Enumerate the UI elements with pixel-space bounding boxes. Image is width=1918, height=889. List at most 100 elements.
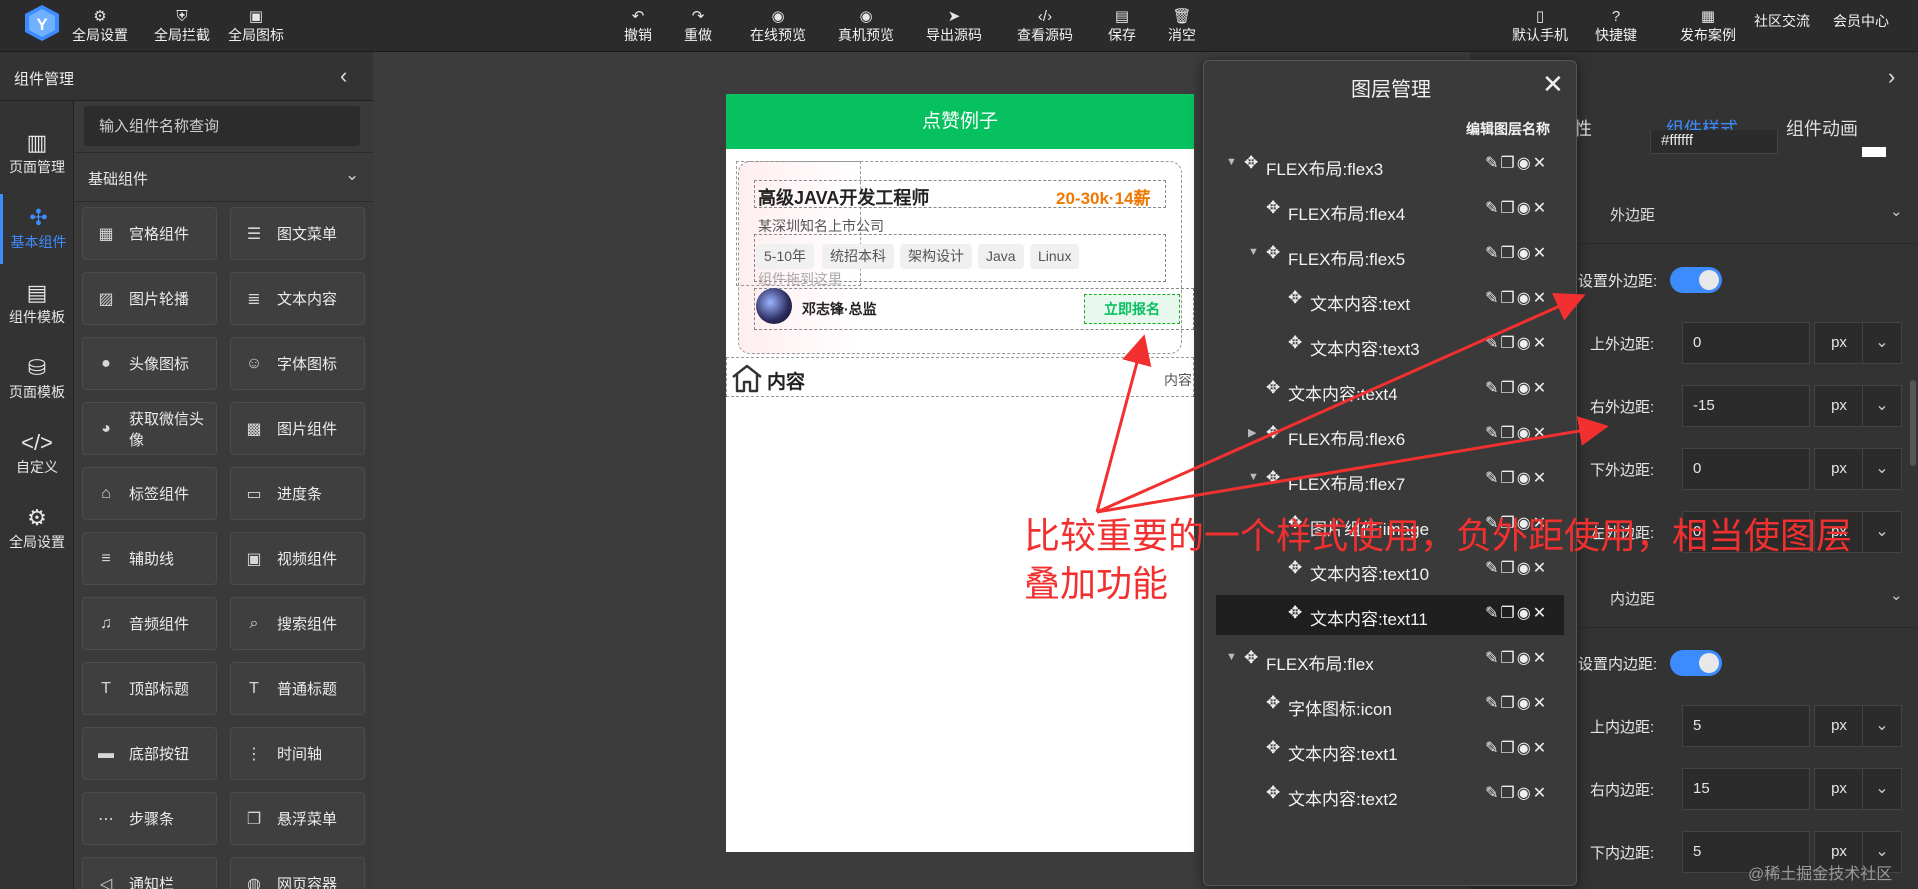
layer-item[interactable]: ▼ ✥ FLEX布局:flex7 ✎❐◉✕ (1216, 460, 1564, 500)
close-icon[interactable]: ✕ (1542, 69, 1564, 100)
caret-right-icon[interactable]: ▶ (1248, 426, 1256, 439)
delete-icon[interactable]: ✕ (1533, 740, 1548, 757)
unit-select[interactable]: px (1814, 385, 1864, 427)
toolbar-shield-button[interactable]: ⛨ 全局拦截 (154, 0, 210, 52)
eye-icon[interactable]: ◉ (1517, 785, 1533, 802)
move-handle-icon[interactable]: ✥ (1266, 468, 1280, 488)
component-item[interactable]: ≡ 辅助线 (82, 532, 217, 585)
component-item[interactable]: ♫ 音频组件 (82, 597, 217, 650)
component-item[interactable]: ⌂ 标签组件 (82, 467, 217, 520)
color-swatch[interactable] (1862, 147, 1886, 157)
delete-icon[interactable]: ✕ (1533, 290, 1548, 307)
delete-icon[interactable]: ✕ (1533, 245, 1548, 262)
toolbar-eye-button[interactable]: ◉ 真机预览 (838, 0, 894, 52)
move-handle-icon[interactable]: ✥ (1244, 153, 1258, 173)
move-handle-icon[interactable]: ✥ (1288, 333, 1302, 353)
copy-icon[interactable]: ❐ (1500, 425, 1516, 442)
app-logo-icon[interactable]: Y (22, 3, 62, 43)
copy-icon[interactable]: ❐ (1500, 695, 1516, 712)
eye-icon[interactable]: ◉ (1517, 200, 1533, 217)
eye-icon[interactable]: ◉ (1517, 290, 1533, 307)
toolbar-sliders-button[interactable]: ⚙ 全局设置 (72, 0, 128, 52)
delete-icon[interactable]: ✕ (1533, 650, 1548, 667)
layer-item[interactable]: ✥ 文本内容:text1 ✎❐◉✕ (1216, 730, 1564, 770)
chevron-down-icon[interactable]: ⌄ (1862, 705, 1902, 747)
collapse-right-icon[interactable]: › (1888, 64, 1895, 90)
scrollbar-thumb[interactable] (1910, 380, 1916, 466)
eye-icon[interactable]: ◉ (1517, 470, 1533, 487)
edit-icon[interactable]: ✎ (1485, 335, 1500, 352)
toolbar-code-button[interactable]: ‹/› 查看源码 (1017, 0, 1073, 52)
rail-item-4[interactable]: </> 自定义 (0, 419, 74, 489)
copy-icon[interactable]: ❐ (1500, 470, 1516, 487)
toolbar-send-button[interactable]: ➤ 导出源码 (926, 0, 982, 52)
component-item[interactable]: ▩ 图片组件 (230, 402, 365, 455)
apply-button[interactable]: 立即报名 (1084, 294, 1180, 324)
component-item[interactable]: ⋯ 步骤条 (82, 792, 217, 845)
layer-item[interactable]: ▼ ✥ FLEX布局:flex5 ✎❐◉✕ (1216, 235, 1564, 275)
copy-icon[interactable]: ❐ (1500, 335, 1516, 352)
rail-item-3[interactable]: ⛁ 页面模板 (0, 344, 74, 414)
move-handle-icon[interactable]: ✥ (1266, 378, 1280, 398)
delete-icon[interactable]: ✕ (1533, 380, 1548, 397)
rail-item-5[interactable]: ⚙ 全局设置 (0, 494, 74, 564)
toolbar-redo-button[interactable]: ↷ 重做 (684, 0, 712, 52)
move-handle-icon[interactable]: ✥ (1266, 243, 1280, 263)
delete-icon[interactable]: ✕ (1533, 470, 1548, 487)
move-handle-icon[interactable]: ✥ (1244, 648, 1258, 668)
caret-down-icon[interactable]: ▼ (1248, 246, 1259, 258)
move-handle-icon[interactable]: ✥ (1288, 288, 1302, 308)
component-item[interactable]: ▦ 宫格组件 (82, 207, 217, 260)
collapse-left-icon[interactable]: ‹ (340, 63, 347, 89)
toolbar-ab-button[interactable]: ▣ 全局图标 (228, 0, 284, 52)
component-search-input[interactable] (84, 106, 360, 146)
component-item[interactable]: ▣ 视频组件 (230, 532, 365, 585)
copy-icon[interactable]: ❐ (1500, 290, 1516, 307)
component-item[interactable]: ☰ 图文菜单 (230, 207, 365, 260)
component-item[interactable]: ▨ 图片轮播 (82, 272, 217, 325)
eye-icon[interactable]: ◉ (1517, 335, 1533, 352)
move-handle-icon[interactable]: ✥ (1266, 198, 1280, 218)
delete-icon[interactable]: ✕ (1533, 695, 1548, 712)
chevron-down-icon[interactable]: ⌄ (1862, 385, 1902, 427)
toolbar-help-button[interactable]: ? 快捷键 (1595, 0, 1637, 52)
component-item[interactable]: ◕ 获取微信头像 (82, 402, 217, 455)
eye-icon[interactable]: ◉ (1517, 650, 1533, 667)
eye-icon[interactable]: ◉ (1517, 695, 1533, 712)
edit-icon[interactable]: ✎ (1485, 200, 1500, 217)
eye-icon[interactable]: ◉ (1517, 245, 1533, 262)
field-value-input[interactable]: 0 (1682, 448, 1810, 490)
move-handle-icon[interactable]: ✥ (1266, 783, 1280, 803)
component-item[interactable]: ≣ 文本内容 (230, 272, 365, 325)
copy-icon[interactable]: ❐ (1500, 245, 1516, 262)
margin-toggle-switch[interactable] (1670, 267, 1722, 293)
copy-icon[interactable]: ❐ (1500, 785, 1516, 802)
field-value-input[interactable]: 15 (1682, 768, 1810, 810)
toolbar-phone-button[interactable]: ▯ 默认手机 (1512, 0, 1568, 52)
component-item[interactable]: ☺ 字体图标 (230, 337, 365, 390)
chevron-down-icon[interactable]: ⌄ (1862, 768, 1902, 810)
delete-icon[interactable]: ✕ (1533, 335, 1548, 352)
component-item[interactable]: ▭ 进度条 (230, 467, 365, 520)
color-value-field[interactable]: #ffffff (1650, 130, 1778, 154)
copy-icon[interactable]: ❐ (1500, 155, 1516, 172)
copy-icon[interactable]: ❐ (1500, 740, 1516, 757)
unit-select[interactable]: px (1814, 322, 1864, 364)
component-item[interactable]: ⋮ 时间轴 (230, 727, 365, 780)
edit-icon[interactable]: ✎ (1485, 650, 1500, 667)
caret-down-icon[interactable]: ▼ (1226, 651, 1237, 663)
eye-icon[interactable]: ◉ (1517, 425, 1533, 442)
rail-item-0[interactable]: ▥ 页面管理 (0, 119, 74, 189)
caret-down-icon[interactable]: ▼ (1226, 156, 1237, 168)
edit-icon[interactable]: ✎ (1485, 785, 1500, 802)
component-item[interactable]: ◁ 通知栏 (82, 857, 217, 889)
edit-icon[interactable]: ✎ (1485, 380, 1500, 397)
eye-icon[interactable]: ◉ (1517, 155, 1533, 172)
rail-item-2[interactable]: ▤ 组件模板 (0, 269, 74, 339)
layer-item[interactable]: ▼ ✥ FLEX布局:flex ✎❐◉✕ (1216, 640, 1564, 680)
basic-components-section[interactable]: 基础组件 ⌄ (75, 152, 373, 202)
unit-select[interactable]: px (1814, 705, 1864, 747)
component-item[interactable]: ▬ 底部按钮 (82, 727, 217, 780)
community-link[interactable]: 社区交流 (1754, 11, 1810, 31)
layer-item[interactable]: ✥ 文本内容:text3 ✎❐◉✕ (1216, 325, 1564, 365)
